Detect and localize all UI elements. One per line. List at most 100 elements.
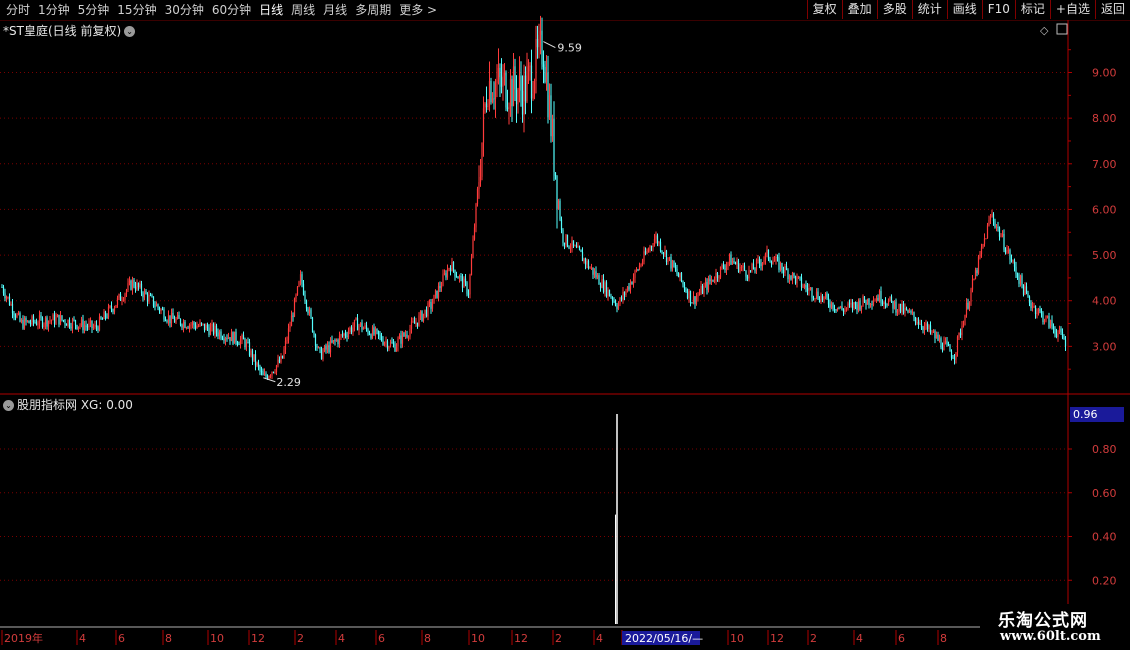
candle-body	[145, 290, 147, 295]
candle-body	[652, 245, 654, 247]
candle-body	[694, 296, 696, 304]
candle-body	[331, 340, 333, 343]
candle-body	[953, 358, 956, 360]
candle-body	[530, 65, 533, 99]
candle-body	[823, 296, 825, 300]
candle-body	[619, 297, 621, 305]
kline-chart-canvas[interactable]: 9.00 8.00 7.00 6.00 5.00 4.00 3.00 0.80 0.60 0.40…	[0, 0, 1130, 650]
candle-body	[122, 299, 125, 301]
candle-body	[179, 318, 182, 325]
candle-body	[82, 319, 84, 330]
candle-body	[380, 335, 383, 341]
candle-body	[889, 296, 891, 301]
candle-body	[928, 325, 930, 330]
candle-body	[613, 300, 615, 302]
candle-body	[826, 293, 828, 298]
candle-body	[475, 203, 477, 228]
site-watermark: 乐淘公式网 www.60lt.com	[980, 604, 1130, 650]
candle-body	[578, 246, 581, 250]
candle-body	[493, 98, 495, 100]
candle-body	[643, 251, 645, 262]
candle-body	[346, 335, 348, 337]
chevron-down-icon[interactable]: ⌄	[3, 400, 14, 411]
candle-body	[55, 317, 57, 324]
candle-body	[827, 297, 830, 305]
candle-body	[626, 286, 629, 291]
candle-body	[995, 226, 998, 228]
candle-body	[629, 282, 632, 290]
chevron-down-icon[interactable]: ⌄	[124, 26, 136, 37]
panel-toggle-icon[interactable]	[1056, 23, 1068, 35]
candle-body	[301, 274, 303, 284]
candle-body	[553, 118, 555, 173]
candle-body	[428, 302, 431, 304]
candle-body	[547, 72, 549, 118]
candle-body	[803, 284, 806, 288]
candle-body	[784, 265, 786, 273]
y-tick-label: 3.00	[1092, 340, 1117, 353]
candle-body	[1015, 266, 1017, 275]
candle-body	[14, 315, 17, 318]
candle-body	[379, 334, 381, 336]
candle-body	[398, 335, 401, 339]
candle-body	[451, 261, 453, 272]
candle-body	[649, 246, 651, 251]
candle-body	[533, 81, 536, 94]
x-tick-label: 2	[555, 632, 562, 645]
candle-body	[467, 293, 470, 295]
candle-body	[856, 304, 858, 311]
candle-body	[683, 284, 686, 290]
candle-body	[220, 331, 222, 339]
indicator-y-tick-label: 0.60	[1092, 487, 1117, 500]
x-tick-label: 10	[471, 632, 485, 645]
candle-body	[248, 342, 251, 356]
candle-body	[680, 272, 683, 282]
candle-body	[371, 327, 374, 339]
candle-body	[1049, 320, 1052, 328]
candle-body	[568, 246, 570, 249]
candle-body	[866, 298, 869, 305]
candle-body	[170, 313, 173, 324]
candle-body	[389, 342, 392, 347]
stock-title: *ST皇庭(日线 前复权) ⌄	[3, 22, 136, 39]
candle-body	[269, 375, 272, 377]
candle-body	[623, 292, 626, 296]
candle-body	[149, 295, 152, 297]
candle-body	[230, 332, 233, 342]
candle-body	[275, 365, 278, 373]
candle-body	[289, 326, 291, 329]
candle-body	[947, 344, 950, 346]
candle-body	[1060, 328, 1062, 332]
candle-body	[172, 313, 174, 319]
candle-body	[233, 331, 236, 344]
candle-body	[787, 269, 789, 280]
candle-body	[875, 298, 878, 301]
candle-body	[1, 287, 3, 289]
candle-body	[799, 276, 801, 278]
candle-body	[329, 340, 332, 353]
candle-body	[1031, 306, 1034, 308]
watermark-title: 乐淘公式网	[998, 611, 1088, 631]
candle-body	[382, 340, 384, 345]
y-tick-label: 8.00	[1092, 112, 1117, 125]
candle-body	[812, 297, 815, 299]
candle-body	[184, 321, 186, 328]
candle-body	[227, 337, 230, 339]
candle-body	[937, 334, 939, 341]
candle-body	[556, 175, 558, 209]
candle-body	[28, 320, 30, 324]
candle-body	[143, 290, 146, 298]
candle-body	[817, 291, 819, 299]
candle-body	[836, 307, 839, 311]
candle-body	[524, 75, 527, 102]
candle-body	[430, 302, 432, 309]
candle-body	[280, 355, 282, 363]
candle-body	[349, 327, 351, 332]
x-tick-label: 8	[424, 632, 431, 645]
candle-body	[647, 250, 650, 252]
candle-body	[481, 142, 483, 177]
candle-body	[173, 318, 176, 323]
candle-body	[704, 281, 707, 286]
candle-body	[962, 325, 965, 327]
candle-body	[19, 313, 21, 322]
